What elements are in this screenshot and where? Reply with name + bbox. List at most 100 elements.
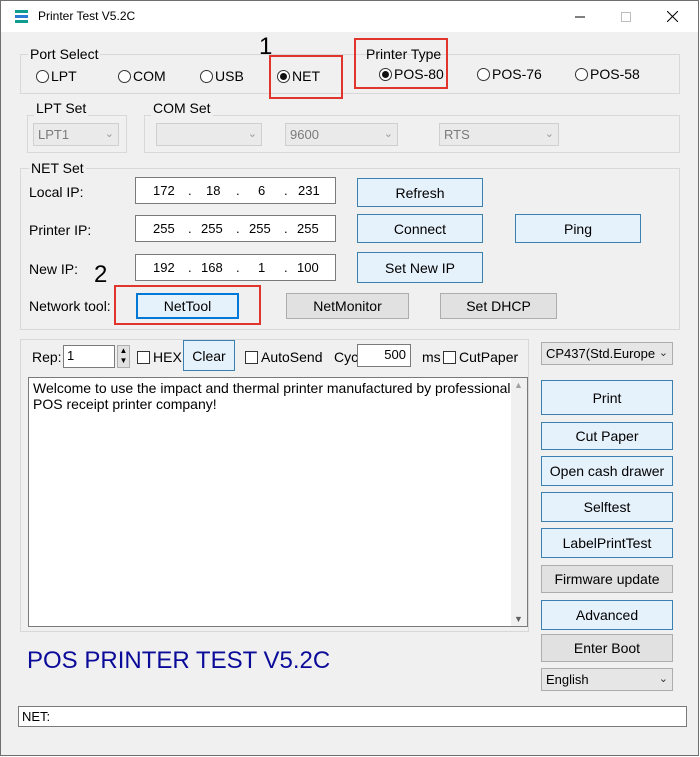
ip-octet: 255 bbox=[297, 221, 319, 236]
radio-circle bbox=[575, 67, 588, 81]
cutpaper-label: CutPaper bbox=[459, 349, 519, 365]
ms-label: ms bbox=[422, 349, 441, 365]
close-button[interactable] bbox=[649, 1, 695, 32]
hex-label: HEX bbox=[153, 349, 182, 365]
ip-octet: 1 bbox=[258, 260, 266, 275]
ip-dot: . bbox=[188, 221, 192, 236]
status-text: NET: bbox=[22, 709, 51, 724]
label-print-test-button[interactable]: LabelPrintTest bbox=[541, 528, 673, 558]
network-tool-label: Network tool: bbox=[29, 298, 111, 314]
ip-octet: 6 bbox=[258, 183, 266, 198]
enter-boot-button[interactable]: Enter Boot bbox=[541, 634, 673, 662]
highlight-box-nettool bbox=[114, 285, 261, 325]
cutpaper-checkbox[interactable]: CutPaper bbox=[443, 348, 518, 366]
codepage-value: CP437(Std.Europe bbox=[546, 346, 656, 361]
flow-control-select[interactable]: RTS ⌄ bbox=[439, 123, 559, 146]
codepage-select[interactable]: CP437(Std.Europe ⌄ bbox=[541, 342, 673, 365]
radio-com-label: COM bbox=[133, 68, 166, 84]
cyc-input[interactable]: 500 bbox=[357, 344, 411, 367]
chevron-down-icon: ⌄ bbox=[544, 128, 554, 140]
set-new-ip-button[interactable]: Set New IP bbox=[357, 252, 483, 283]
ip-dot: . bbox=[236, 221, 240, 236]
chevron-down-icon: ⌄ bbox=[658, 346, 668, 359]
port-select-label: Port Select bbox=[28, 46, 101, 62]
chevron-down-icon: ⌄ bbox=[383, 128, 393, 140]
radio-circle bbox=[118, 69, 131, 83]
ip-octet: 100 bbox=[297, 260, 319, 275]
netmonitor-button[interactable]: NetMonitor bbox=[286, 293, 409, 319]
radio-com[interactable]: COM bbox=[118, 67, 166, 85]
com-port-select[interactable]: ⌄ bbox=[156, 123, 262, 146]
new-ip-label: New IP: bbox=[29, 261, 79, 277]
radio-lpt-label: LPT bbox=[51, 68, 77, 84]
checkbox-box bbox=[245, 350, 258, 364]
chevron-down-icon: ⌄ bbox=[658, 673, 668, 685]
printer-ip-field[interactable]: 255 . 255 . 255 . 255 bbox=[135, 215, 336, 242]
radio-usb-label: USB bbox=[215, 68, 244, 84]
net-set-label: NET Set bbox=[29, 160, 86, 176]
maximize-button[interactable] bbox=[603, 1, 649, 32]
baud-rate-select[interactable]: 9600 ⌄ bbox=[285, 123, 398, 146]
ip-octet: 255 bbox=[249, 221, 271, 236]
ip-octet: 255 bbox=[201, 221, 223, 236]
radio-lpt[interactable]: LPT bbox=[36, 67, 77, 85]
ip-dot: . bbox=[284, 221, 288, 236]
checkbox-box bbox=[137, 350, 150, 364]
annotation-marker-2: 2 bbox=[94, 261, 108, 288]
ip-octet: 255 bbox=[153, 221, 175, 236]
highlight-box-net bbox=[269, 55, 343, 99]
minimize-icon bbox=[575, 16, 585, 17]
rep-spinner[interactable]: ▲ ▼ bbox=[117, 345, 130, 368]
baud-rate-value: 9600 bbox=[290, 127, 319, 142]
rep-label: Rep: bbox=[32, 349, 62, 365]
language-select[interactable]: English ⌄ bbox=[541, 668, 673, 691]
ip-dot: . bbox=[284, 183, 288, 198]
app-icon bbox=[15, 10, 28, 23]
new-ip-field[interactable]: 192 . 168 . 1 . 100 bbox=[135, 254, 336, 281]
language-value: English bbox=[546, 672, 589, 687]
radio-pos76[interactable]: POS-76 bbox=[477, 65, 542, 83]
title-bar: Printer Test V5.2C bbox=[1, 1, 698, 32]
minimize-button[interactable] bbox=[557, 1, 603, 32]
open-cash-drawer-button[interactable]: Open cash drawer bbox=[541, 456, 673, 486]
ip-dot: . bbox=[188, 260, 192, 275]
flow-control-value: RTS bbox=[444, 127, 470, 142]
scroll-down-icon[interactable]: ▼ bbox=[514, 614, 523, 624]
radio-pos58[interactable]: POS-58 bbox=[575, 65, 640, 83]
radio-usb[interactable]: USB bbox=[200, 67, 244, 85]
autosend-label: AutoSend bbox=[261, 349, 323, 365]
local-ip-field[interactable]: 172 . 18 . 6 . 231 bbox=[135, 177, 336, 204]
spin-down-icon[interactable]: ▼ bbox=[118, 356, 129, 366]
ip-octet: 231 bbox=[298, 183, 320, 198]
rep-input[interactable]: 1 bbox=[63, 345, 115, 368]
selftest-button[interactable]: Selftest bbox=[541, 492, 673, 522]
message-textarea[interactable]: Welcome to use the impact and thermal pr… bbox=[28, 377, 528, 627]
ip-dot: . bbox=[236, 183, 240, 198]
set-dhcp-button[interactable]: Set DHCP bbox=[440, 293, 557, 319]
lpt-port-select[interactable]: LPT1 ⌄ bbox=[33, 123, 119, 146]
advanced-button[interactable]: Advanced bbox=[541, 600, 673, 630]
cyc-value: 500 bbox=[384, 347, 406, 362]
refresh-button[interactable]: Refresh bbox=[357, 178, 483, 207]
hex-checkbox[interactable]: HEX bbox=[137, 348, 182, 366]
radio-circle bbox=[200, 69, 213, 83]
spin-up-icon[interactable]: ▲ bbox=[118, 346, 129, 356]
ip-octet: 192 bbox=[153, 260, 175, 275]
ip-octet: 172 bbox=[153, 183, 175, 198]
rep-value: 1 bbox=[67, 348, 75, 363]
print-button[interactable]: Print bbox=[541, 380, 673, 415]
chevron-down-icon: ⌄ bbox=[104, 128, 114, 140]
connect-button[interactable]: Connect bbox=[357, 214, 483, 243]
checkbox-box bbox=[443, 350, 456, 364]
app-window: Printer Test V5.2C Port Select LPT COM U… bbox=[0, 0, 699, 756]
clear-button[interactable]: Clear bbox=[183, 340, 235, 371]
product-banner: POS PRINTER TEST V5.2C bbox=[27, 647, 331, 674]
window-title: Printer Test V5.2C bbox=[38, 9, 136, 23]
autosend-checkbox[interactable]: AutoSend bbox=[245, 348, 323, 366]
ping-button[interactable]: Ping bbox=[515, 214, 641, 243]
scroll-up-icon[interactable]: ▲ bbox=[514, 380, 523, 390]
firmware-update-button[interactable]: Firmware update bbox=[541, 565, 673, 593]
cut-paper-button[interactable]: Cut Paper bbox=[541, 422, 673, 450]
ip-dot: . bbox=[284, 260, 288, 275]
message-scrollbar[interactable]: ▲ ▼ bbox=[511, 378, 527, 626]
